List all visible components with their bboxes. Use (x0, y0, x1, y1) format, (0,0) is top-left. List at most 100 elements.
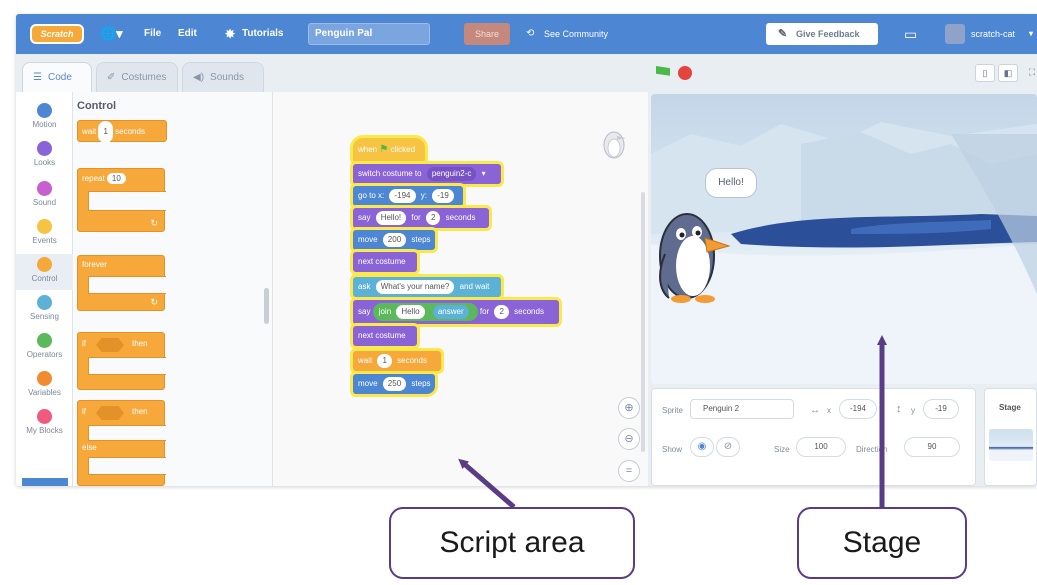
palette-if-then-block[interactable]: if then (77, 332, 166, 390)
x-input[interactable]: -194 (389, 189, 416, 203)
large-stage-button[interactable]: ◧ (998, 64, 1018, 82)
palette-wait-block[interactable]: wait 1 seconds (77, 120, 167, 143)
script-scrollbar[interactable] (641, 192, 645, 452)
share-button[interactable]: Share (464, 23, 510, 45)
stage[interactable]: Hello! (651, 94, 1037, 384)
say-join-block[interactable]: say join Hello answer for 2 seconds (353, 300, 559, 324)
steps-input[interactable]: 250 (382, 377, 407, 391)
category-operators[interactable]: Operators (16, 330, 73, 366)
block-input[interactable]: 1 (98, 121, 113, 143)
y-position-input[interactable]: -19 (923, 399, 959, 419)
file-menu[interactable]: File (144, 14, 161, 54)
zoom-out-button[interactable]: ⊖ (618, 428, 640, 450)
block-label: clicked (390, 145, 416, 154)
sprite-name-input[interactable]: Penguin 2 (690, 399, 794, 419)
show-visible-icon[interactable]: ◉ (690, 437, 714, 457)
message-input[interactable]: Hello! (375, 211, 407, 225)
wait-secs-block[interactable]: wait 1 seconds (353, 351, 441, 371)
chevron-down-icon[interactable]: ▾ (1029, 14, 1033, 54)
block-label: for (411, 213, 421, 222)
avatar[interactable] (945, 24, 965, 44)
green-flag-icon: ⚑ (379, 144, 389, 155)
block-label: repeat (82, 174, 105, 183)
size-input[interactable]: 100 (796, 437, 846, 457)
tab-code[interactable]: ☰ Code (22, 62, 92, 94)
secs-input[interactable]: 1 (377, 354, 392, 368)
fullscreen-icon[interactable]: ⛶ (1022, 64, 1037, 82)
brush-icon: ✐ (107, 72, 116, 83)
category-variables[interactable]: Variables (16, 368, 73, 404)
tab-sounds[interactable]: ◀) Sounds (182, 62, 264, 92)
go-to-xy-block[interactable]: go to x: -194 y: -19 (353, 186, 463, 206)
script-area[interactable]: when ⚑ clicked switch costume to penguin… (273, 92, 648, 486)
globe-icon[interactable]: 🌐▾ (100, 14, 123, 54)
x-position-input[interactable]: -194 (839, 399, 877, 419)
move-steps-block[interactable]: move 250 steps (353, 374, 435, 394)
palette-forever-block[interactable]: forever ↻ (77, 255, 166, 311)
boolean-slot[interactable] (96, 338, 124, 352)
see-community-link[interactable]: See Community (544, 14, 608, 54)
palette-if-else-block[interactable]: if then else (77, 400, 166, 486)
category-label: Sensing (30, 312, 59, 321)
username[interactable]: scratch-cat (971, 14, 1015, 54)
boolean-slot[interactable] (96, 406, 124, 420)
sprite-thumbnail-icon (603, 131, 626, 159)
category-dot-icon (37, 219, 52, 234)
edit-menu[interactable]: Edit (178, 14, 197, 54)
category-label: Sound (32, 198, 57, 207)
stop-icon[interactable] (678, 66, 692, 80)
move-steps-block[interactable]: move 200 steps (353, 230, 435, 250)
y-input[interactable]: -19 (432, 189, 454, 203)
category-sound[interactable]: Sound (16, 178, 73, 214)
join-input-a[interactable]: Hello (396, 305, 425, 319)
hide-icon[interactable]: ⊘ (716, 437, 740, 457)
give-feedback-button[interactable]: ✎ Give Feedback (766, 23, 878, 45)
block-input[interactable]: 10 (106, 173, 126, 184)
zoom-in-button[interactable]: ⊕ (618, 397, 640, 419)
answer-reporter[interactable]: answer (432, 305, 469, 319)
palette-scrollbar[interactable] (264, 288, 269, 324)
block-label: if (82, 339, 86, 348)
say-for-secs-block[interactable]: say Hello! for 2 seconds (353, 208, 489, 228)
join-reporter[interactable]: join Hello answer (372, 303, 478, 321)
costume-dropdown[interactable]: penguin2-c (426, 167, 477, 181)
chevron-down-icon[interactable]: ▾ (482, 169, 486, 178)
next-costume-block[interactable]: next costume (353, 326, 417, 346)
category-my-blocks[interactable]: My Blocks (16, 406, 73, 442)
category-sensing[interactable]: Sensing (16, 292, 73, 328)
zoom-reset-button[interactable]: = (618, 460, 640, 482)
extension-button[interactable] (22, 478, 68, 486)
question-input[interactable]: What's your name? (375, 280, 455, 294)
next-costume-block[interactable]: next costume (353, 252, 417, 272)
backdrop-thumbnail[interactable] (989, 429, 1033, 461)
c-block-slot (88, 276, 166, 294)
ask-and-wait-block[interactable]: ask What's your name? and wait (353, 277, 501, 297)
category-events[interactable]: Events (16, 216, 73, 252)
palette-repeat-block[interactable]: repeat 10 ↻ (77, 168, 166, 232)
block-label: steps (411, 379, 431, 388)
category-control[interactable]: Control (16, 254, 73, 290)
block-label: then (132, 407, 148, 416)
block-label: forever (82, 260, 107, 269)
secs-input[interactable]: 2 (425, 211, 441, 225)
category-label: Looks (33, 158, 56, 167)
switch-costume-block[interactable]: switch costume to penguin2-c ▾ (353, 164, 501, 184)
small-stage-button[interactable]: ▯ (975, 64, 995, 82)
tab-code-label: Code (47, 72, 72, 83)
c-block-slot (88, 457, 166, 475)
when-flag-clicked-block[interactable]: when ⚑ clicked (353, 138, 425, 162)
direction-input[interactable]: 90 (904, 437, 960, 457)
steps-input[interactable]: 200 (382, 233, 407, 247)
tutorials-menu[interactable]: Tutorials (242, 14, 283, 54)
secs-input[interactable]: 2 (494, 305, 509, 319)
x-label: x (827, 406, 831, 415)
tab-costumes[interactable]: ✐ Costumes (96, 62, 178, 92)
green-flag-icon[interactable] (656, 66, 670, 80)
folder-icon[interactable]: ▭ (904, 14, 917, 54)
block-label: seconds (514, 307, 544, 316)
category-motion[interactable]: Motion (16, 100, 73, 136)
category-looks[interactable]: Looks (16, 138, 73, 174)
stage-selector-panel[interactable]: Stage (984, 388, 1037, 486)
scratch-logo[interactable]: Scratch (30, 24, 84, 44)
project-title-input[interactable]: Penguin Pal (308, 23, 430, 45)
